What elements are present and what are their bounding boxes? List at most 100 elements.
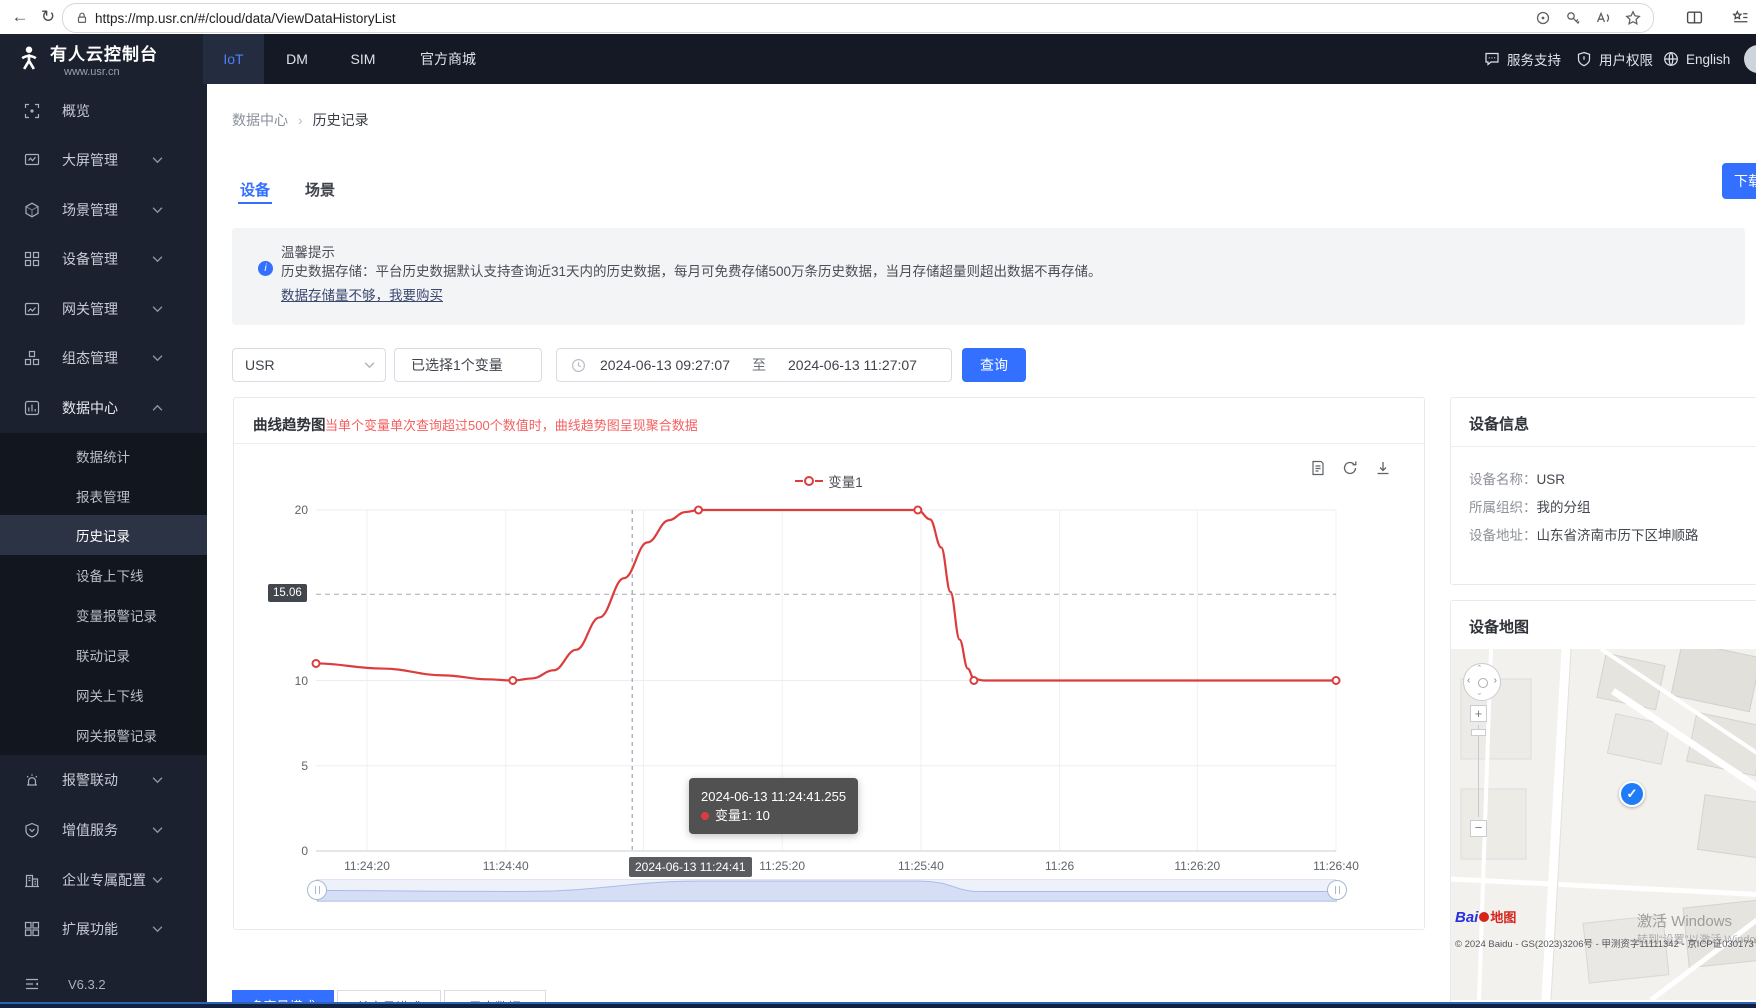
read-aloud-icon[interactable]	[1595, 10, 1611, 26]
datazoom-slider[interactable]	[307, 879, 1347, 902]
data-point[interactable]	[1331, 676, 1341, 685]
map-pan-right-icon[interactable]: ›	[1494, 675, 1497, 686]
map-pan-left-icon[interactable]: ‹	[1467, 675, 1470, 686]
sidebar-item[interactable]: 数据中心	[0, 387, 207, 429]
chart-legend[interactable]: 变量1	[233, 471, 1425, 491]
collapse-sidebar-icon[interactable]	[24, 976, 40, 992]
sidebar-item[interactable]: 增值服务	[0, 809, 207, 851]
datazoom-left-handle[interactable]	[307, 880, 327, 900]
map-pan-control[interactable]: ‹ › ˆ ˇ	[1463, 663, 1501, 702]
sidebar-subitem-label: 网关报警记录	[76, 729, 157, 744]
browser-refresh-icon[interactable]: ↻	[34, 0, 62, 34]
map-zoom-handle[interactable]	[1471, 729, 1486, 736]
device-org-label: 所属组织：	[1469, 500, 1537, 515]
map-pan-up-icon[interactable]: ˆ	[1478, 664, 1481, 674]
device-info-title: 设备信息	[1469, 416, 1530, 433]
sidebar-subitem[interactable]: 设备上下线	[0, 555, 207, 595]
url-text[interactable]: https://mp.usr.cn/#/cloud/data/ViewDataH…	[95, 11, 396, 26]
device-icon	[24, 251, 40, 267]
data-point[interactable]	[969, 676, 979, 685]
user-permission[interactable]: 用户权限	[1576, 34, 1653, 84]
favorites-bar-icon[interactable]	[1732, 9, 1749, 26]
notice-body: 历史数据存储：平台历史数据默认支持查询近31天内的历史数据，每月可免费存储500…	[281, 264, 1102, 279]
browser-address-bar[interactable]: https://mp.usr.cn/#/cloud/data/ViewDataH…	[62, 3, 1654, 33]
sidebar-subitem[interactable]: 数据统计	[0, 436, 207, 476]
vas-icon	[24, 822, 40, 838]
nav-tab-iot[interactable]: IoT	[203, 34, 264, 84]
download-button[interactable]: 下载	[1722, 163, 1756, 199]
sidebar-item[interactable]: 设备管理	[0, 238, 207, 280]
sidebar-item[interactable]: 场景管理	[0, 189, 207, 231]
map-zoom-track[interactable]	[1478, 725, 1479, 817]
query-button[interactable]: 查询	[962, 348, 1026, 382]
sidebar-item[interactable]: 组态管理	[0, 337, 207, 379]
scene-icon	[24, 202, 40, 218]
data-view-icon[interactable]	[1310, 460, 1326, 476]
y-axis-tick-label: 0	[301, 844, 308, 858]
baidu-map[interactable]: ‹ › ˆ ˇ + − ✓ 激活 Windows 转到“设置”以激活 Windo…	[1451, 649, 1756, 1000]
device-address-label: 设备地址：	[1469, 528, 1537, 543]
send-to-device-icon[interactable]	[1535, 10, 1551, 26]
overview-icon	[24, 103, 40, 119]
sidebar-item[interactable]: 概览	[0, 90, 207, 132]
service-support[interactable]: 服务支持	[1484, 34, 1561, 84]
sidebar-subitem[interactable]: 网关上下线	[0, 675, 207, 715]
sidebar-subitem[interactable]: 历史记录	[0, 515, 207, 555]
service-support-label: 服务支持	[1507, 53, 1561, 68]
logo-subtitle: www.usr.cn	[64, 66, 120, 78]
line-chart[interactable]: 20 10 5 0 11:24:20 11:24:40 11:25:20 11:25:40 11…	[268, 500, 1359, 902]
data-point[interactable]	[913, 505, 923, 515]
sidebar-item-label: 报警联动	[62, 772, 118, 788]
password-key-icon[interactable]	[1565, 10, 1581, 26]
series-line[interactable]	[315, 508, 1336, 682]
map-device-marker[interactable]: ✓	[1619, 781, 1645, 807]
nav-tab-sim[interactable]: SIM	[330, 34, 396, 84]
nav-tab-官方商城[interactable]: 官方商城	[396, 34, 500, 84]
chart-title: 曲线趋势图	[253, 418, 326, 434]
map-zoom-out-button[interactable]: −	[1470, 820, 1487, 837]
x-axis-tick-label: 11:26:20	[1174, 859, 1221, 873]
sidebar-subitem[interactable]: 报表管理	[0, 476, 207, 516]
chevron-down-icon	[152, 156, 163, 164]
sidebar-subitem[interactable]: 变量报警记录	[0, 595, 207, 635]
device-map-title: 设备地图	[1469, 619, 1530, 636]
x-axis-tick-label: 11:25:40	[897, 859, 944, 873]
map-zoom-in-button[interactable]: +	[1470, 705, 1487, 722]
usr-person-icon	[16, 45, 42, 73]
breadcrumb: 数据中心 › 历史记录	[232, 110, 369, 130]
data-point[interactable]	[508, 676, 518, 685]
map-pan-center	[1478, 678, 1488, 688]
chat-icon	[1484, 51, 1500, 67]
datazoom-right-handle[interactable]	[1327, 880, 1347, 900]
time-start[interactable]: 2024-06-13 09:27:07	[600, 357, 730, 373]
nav-tab-dm[interactable]: DM	[264, 34, 330, 84]
device-select[interactable]: USR	[232, 348, 386, 382]
data-point[interactable]	[694, 505, 703, 515]
variable-select[interactable]: 已选择1个变量	[394, 348, 542, 382]
sidebar-item[interactable]: 报警联动	[0, 759, 207, 801]
logo[interactable]: 有人云控制台 www.usr.cn	[0, 34, 207, 84]
buy-storage-link[interactable]: 数据存储量不够，我要购买	[281, 284, 443, 304]
date-range-picker[interactable]: 2024-06-13 09:27:07 至 2024-06-13 11:27:0…	[556, 348, 952, 382]
tab-device[interactable]: 设备	[240, 179, 270, 200]
legend-marker-icon	[795, 475, 824, 487]
download-icon[interactable]	[1375, 460, 1391, 476]
sidebar-item[interactable]: 企业专属配置	[0, 859, 207, 901]
split-screen-icon[interactable]	[1686, 9, 1703, 26]
sidebar-subitem[interactable]: 联动记录	[0, 635, 207, 675]
tab-scene[interactable]: 场景	[305, 179, 335, 200]
refresh-icon[interactable]	[1342, 460, 1358, 476]
favorite-star-icon[interactable]	[1625, 10, 1641, 26]
map-pan-down-icon[interactable]: ˇ	[1478, 692, 1481, 702]
time-end[interactable]: 2024-06-13 11:27:07	[788, 357, 917, 373]
sidebar-item-label: 大屏管理	[62, 152, 118, 168]
data-point[interactable]	[311, 658, 321, 668]
sidebar-item[interactable]: 网关管理	[0, 288, 207, 330]
sidebar-item[interactable]: 扩展功能	[0, 908, 207, 950]
chevron-down-icon	[364, 361, 375, 369]
sidebar-item[interactable]: 大屏管理	[0, 139, 207, 181]
sidebar-subitem[interactable]: 网关报警记录	[0, 715, 207, 755]
browser-back-icon[interactable]: ←	[6, 0, 34, 34]
breadcrumb-parent[interactable]: 数据中心	[232, 110, 288, 130]
language-switch[interactable]: English	[1663, 34, 1730, 84]
